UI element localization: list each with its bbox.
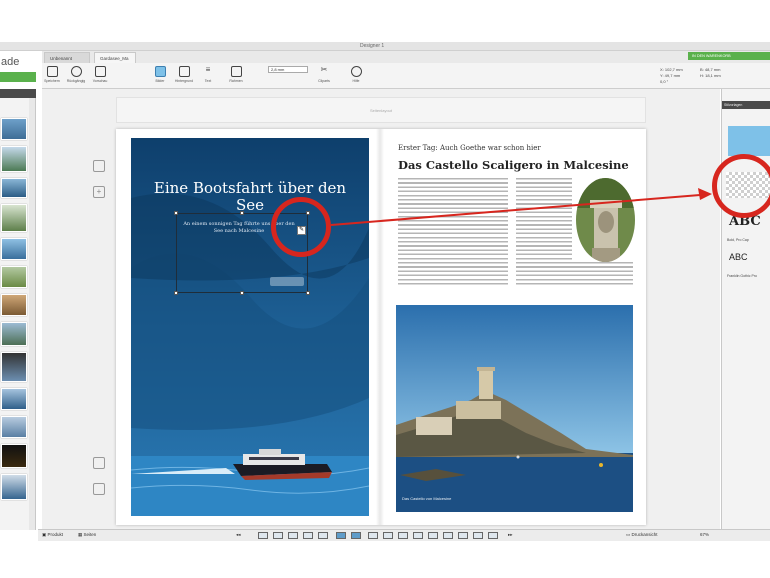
product-label: Produkt xyxy=(47,532,64,537)
print-view-label: Druckansicht xyxy=(631,532,658,537)
pages-button[interactable]: ▦ Seiten xyxy=(78,531,96,539)
page-thumbnail[interactable] xyxy=(443,532,453,539)
product-button[interactable]: ▣ Produkt xyxy=(42,531,63,539)
page-thumbnail[interactable] xyxy=(398,532,408,539)
page-thumbnail[interactable] xyxy=(428,532,438,539)
page-thumbnail[interactable] xyxy=(303,532,313,539)
page-thumbnail[interactable] xyxy=(258,532,268,539)
last-page-icon[interactable]: ▸▸ xyxy=(508,531,513,539)
page-thumbnail[interactable] xyxy=(473,532,483,539)
page-thumbnail[interactable] xyxy=(273,532,283,539)
page-thumbnail-current[interactable] xyxy=(351,532,361,539)
zoom-level[interactable]: 67% xyxy=(700,531,709,539)
page-thumbnail[interactable] xyxy=(288,532,298,539)
annotation-arrow xyxy=(330,188,712,226)
designer-window: Designer 1 ade Unbenannt Gardasee_Ma IN … xyxy=(0,0,770,578)
print-view-button[interactable]: ▭ Druckansicht xyxy=(626,531,658,539)
page-thumbnail[interactable] xyxy=(488,532,498,539)
page-thumbnail[interactable] xyxy=(368,532,378,539)
page-thumbnail-current[interactable] xyxy=(336,532,346,539)
page-thumbnail[interactable] xyxy=(413,532,423,539)
first-page-icon[interactable]: ◂◂ xyxy=(236,531,241,539)
pages-label: Seiten xyxy=(83,532,97,537)
page-thumbnail[interactable] xyxy=(383,532,393,539)
page-thumbnail[interactable] xyxy=(458,532,468,539)
page-thumbnail[interactable] xyxy=(318,532,328,539)
